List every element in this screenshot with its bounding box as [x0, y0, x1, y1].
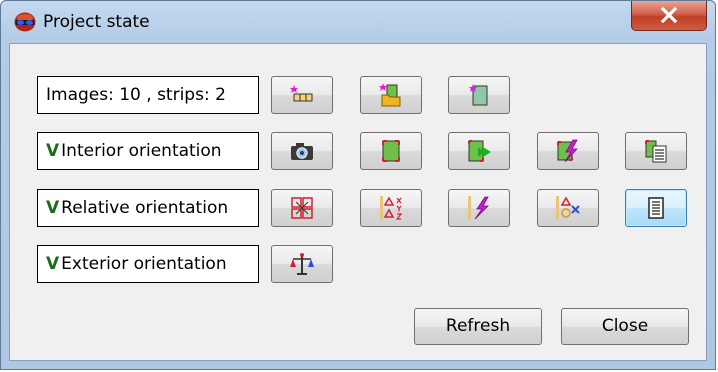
- batch-measure-button[interactable]: [448, 132, 510, 170]
- close-button[interactable]: Close: [561, 308, 689, 345]
- relative-orientation-label: V Relative orientation: [37, 189, 259, 227]
- red-blue-glasses-icon: [14, 12, 36, 32]
- exterior-orientation-check: V: [46, 254, 60, 274]
- dialog-body: Images: 10 , strips: 2 VInterior orienta…: [9, 43, 707, 361]
- report-icon: [645, 140, 667, 163]
- window-close-button[interactable]: [631, 1, 707, 31]
- camera-button[interactable]: [271, 132, 333, 170]
- title-bar[interactable]: Project state: [1, 1, 715, 43]
- close-button-label: Close: [601, 316, 649, 336]
- fiducial-marks-button[interactable]: [360, 132, 422, 170]
- add-strip-icon: [290, 85, 313, 102]
- images-strips-label: Images: 10 , strips: 2: [37, 76, 259, 114]
- camera-icon: [291, 143, 313, 160]
- point-coordinates-icon: [380, 196, 403, 220]
- window-title: Project state: [43, 12, 150, 32]
- remove-points-button[interactable]: [537, 189, 599, 227]
- relative-orientation-check: V: [46, 198, 60, 218]
- report-icon: [648, 197, 664, 219]
- interior-orientation-check: V: [46, 141, 60, 161]
- fiducial-marks-icon: [382, 140, 400, 162]
- point-coordinates-button[interactable]: [360, 189, 422, 227]
- interior-orientation-text: Interior orientation: [61, 141, 222, 161]
- refresh-button-label: Refresh: [445, 316, 511, 336]
- interior-orientation-label: V Interior orientation: [37, 132, 259, 170]
- scale-balance-icon: [290, 253, 314, 275]
- add-images-from-folder-button[interactable]: [360, 76, 422, 114]
- scale-balance-button[interactable]: [271, 245, 333, 283]
- exterior-orientation-label: V Exterior orientation: [37, 245, 259, 283]
- add-image-icon: [469, 84, 488, 106]
- interior-report-button[interactable]: [625, 132, 687, 170]
- close-x-icon: [660, 6, 678, 24]
- exterior-orientation-text: Exterior orientation: [61, 254, 227, 274]
- compute-orientation-icon: [557, 139, 578, 163]
- project-state-window: Project state Images: 10 , strips: 2 V I…: [0, 0, 716, 370]
- add-strip-button[interactable]: [271, 76, 333, 114]
- add-images-from-folder-icon: [379, 83, 401, 107]
- images-strips-text: Images: 10 , strips: 2: [46, 85, 226, 105]
- batch-measure-icon: [468, 140, 491, 162]
- tie-points-button[interactable]: [271, 189, 333, 227]
- add-image-button[interactable]: [448, 76, 510, 114]
- tie-points-icon: [291, 197, 313, 219]
- remove-points-icon: [556, 196, 580, 220]
- adjust-icon: [468, 196, 489, 220]
- refresh-button[interactable]: Refresh: [414, 308, 542, 345]
- compute-orientation-button[interactable]: [537, 132, 599, 170]
- relative-report-button[interactable]: [625, 189, 687, 227]
- relative-orientation-text: Relative orientation: [61, 198, 229, 218]
- adjust-button[interactable]: [448, 189, 510, 227]
